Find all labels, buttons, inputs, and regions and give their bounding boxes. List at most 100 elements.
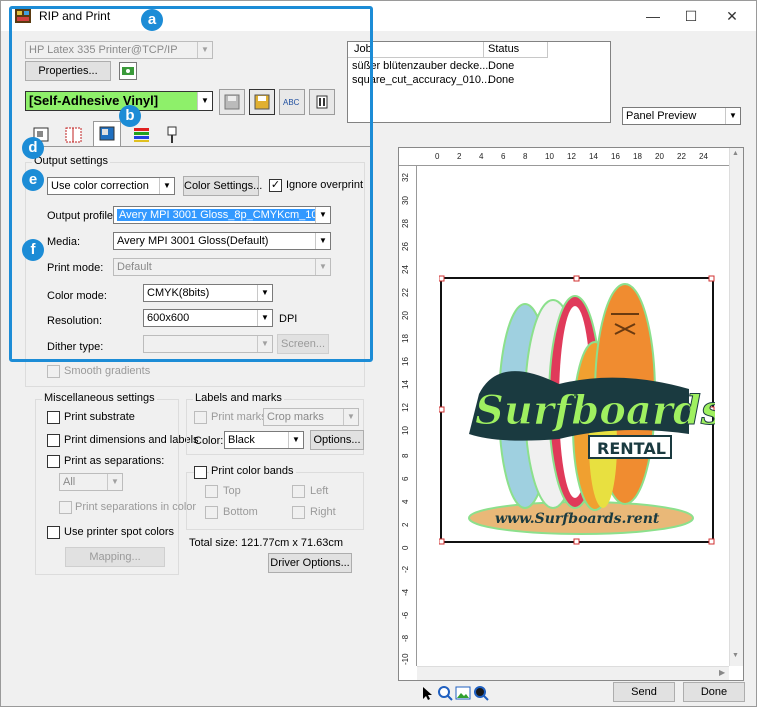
close-button[interactable]: ✕ (712, 5, 752, 27)
marks-color-value: Black (228, 434, 255, 446)
status-header[interactable]: Status (484, 42, 548, 58)
mapping-button[interactable]: Mapping... (65, 547, 165, 567)
maximize-button[interactable]: ☐ (671, 5, 711, 27)
smooth-gradients-checkbox[interactable] (47, 365, 60, 378)
preview-panel[interactable]: 0 2 4 6 8 10 12 14 16 18 20 22 24 32 30 28 26 24 22 20 18 16… (398, 147, 744, 681)
table-row[interactable]: süßer blütenzauber decke... Done (348, 59, 610, 73)
ruler-v-tick: 14 (401, 380, 410, 389)
separations-select[interactable]: All ▼ (59, 473, 123, 491)
ruler-v-tick: 22 (401, 288, 410, 297)
ruler-h-tick: 22 (677, 152, 686, 161)
logo-main-text: Surfboards (475, 387, 715, 434)
print-marks-label: Print marks: (211, 411, 270, 423)
ruler-v-tick: 26 (401, 242, 410, 251)
marks-options-button[interactable]: Options... (310, 430, 364, 450)
band-left-checkbox[interactable] (292, 485, 305, 498)
zoom-tool-icon[interactable] (437, 685, 453, 701)
print-dimensions-label: Print dimensions and labels (64, 434, 199, 446)
ruler-v-tick: 30 (401, 196, 410, 205)
print-marks-checkbox[interactable] (194, 411, 207, 424)
ruler-h-tick: 2 (457, 152, 462, 161)
print-substrate-checkbox[interactable] (47, 411, 60, 424)
ruler-h-tick: 8 (523, 152, 528, 161)
logo-url-text: www.Surfboards.rent (495, 511, 660, 527)
chevron-down-icon: ▼ (288, 432, 303, 448)
send-button[interactable]: Send (613, 682, 675, 702)
spot-colors-checkbox[interactable] (47, 526, 60, 539)
ruler-v-tick: 20 (401, 311, 410, 320)
ruler-h-tick: 24 (699, 152, 708, 161)
ruler-v-tick: -4 (401, 588, 410, 596)
print-separations-label: Print as separations: (64, 455, 165, 467)
ruler-v-tick: 16 (401, 357, 410, 366)
separations-value: All (63, 476, 76, 488)
ruler-v-tick: 12 (401, 403, 410, 412)
band-top-label: Top (223, 485, 241, 497)
rip-and-print-window: RIP and Print — ☐ ✕ HP Latex 335 Printer… (0, 0, 757, 707)
callout-badge-d: d (22, 137, 44, 159)
color-bands-group (186, 472, 364, 530)
band-top-checkbox[interactable] (205, 485, 218, 498)
ruler-h-tick: 10 (545, 152, 554, 161)
band-right-checkbox[interactable] (292, 506, 305, 519)
horizontal-ruler: 0 2 4 6 8 10 12 14 16 18 20 22 24 (399, 148, 743, 166)
callout-badge-a: a (141, 9, 163, 31)
ruler-v-tick: 10 (401, 426, 410, 435)
total-size-label: Total size: 121.77cm x 71.63cm (189, 537, 344, 549)
job-table: Job Status süßer blütenzauber decke... D… (347, 41, 611, 123)
highlight-frame (9, 6, 373, 362)
spot-colors-label: Use printer spot colors (64, 526, 175, 538)
artwork-preview[interactable]: Surfboards RENTAL www.Surfboards.rent (439, 274, 715, 546)
print-dimensions-checkbox[interactable] (47, 434, 60, 447)
ruler-v-tick: -6 (401, 611, 410, 619)
print-color-bands-label: Print color bands (209, 465, 296, 477)
band-left-label: Left (310, 485, 329, 497)
pointer-tool-icon[interactable] (419, 685, 435, 701)
callout-badge-e: e (22, 169, 44, 191)
misc-settings-label: Miscellaneous settings (42, 392, 157, 404)
band-bottom-label: Bottom (223, 506, 258, 518)
driver-options-button[interactable]: Driver Options... (268, 553, 352, 573)
image-tool-icon[interactable] (455, 685, 471, 701)
marks-value: Crop marks (267, 411, 324, 423)
table-row[interactable]: square_cut_accuracy_010... Done (348, 73, 610, 87)
ruler-v-tick: 8 (401, 453, 410, 458)
job-status: Done (488, 60, 515, 72)
vertical-ruler: 32 30 28 26 24 22 20 18 16 14 12 10 8 6 4 2 0 -2 -4 -6 -8 -10 (399, 166, 417, 666)
ruler-h-tick: 12 (567, 152, 576, 161)
scroll-down-icon[interactable]: ▼ (732, 652, 739, 659)
horizontal-scrollbar[interactable]: ▶ (417, 666, 729, 680)
ruler-v-tick: 32 (401, 173, 410, 182)
scroll-up-icon[interactable]: ▲ (732, 150, 739, 157)
zoom-fit-icon[interactable] (473, 685, 489, 701)
ruler-v-tick: 4 (401, 499, 410, 504)
separations-in-color-label: Print separations in color (75, 501, 197, 513)
band-bottom-checkbox[interactable] (205, 506, 218, 519)
scroll-right-icon[interactable]: ▶ (719, 668, 725, 677)
vertical-scrollbar[interactable]: ▲ ▼ (729, 148, 743, 666)
print-color-bands-checkbox[interactable] (194, 466, 207, 479)
preview-mode-value: Panel Preview (626, 110, 697, 122)
separations-in-color-checkbox[interactable] (59, 501, 72, 514)
preview-mode-select[interactable]: Panel Preview ▼ (622, 107, 741, 125)
ruler-v-tick: 28 (401, 219, 410, 228)
ruler-h-tick: 16 (611, 152, 620, 161)
band-right-label: Right (310, 506, 336, 518)
ruler-v-tick: -10 (401, 653, 410, 665)
marks-color-select[interactable]: Black ▼ (224, 431, 304, 449)
ruler-h-tick: 0 (435, 152, 440, 161)
ruler-v-tick: 24 (401, 265, 410, 274)
chevron-down-icon: ▼ (343, 409, 358, 425)
job-status: Done (488, 74, 515, 86)
done-button[interactable]: Done (683, 682, 745, 702)
marks-select[interactable]: Crop marks ▼ (263, 408, 359, 426)
chevron-down-icon: ▼ (107, 474, 122, 490)
ruler-h-tick: 6 (501, 152, 506, 161)
labels-marks-label: Labels and marks (193, 392, 284, 404)
color-label: Color: (194, 435, 224, 447)
ruler-v-tick: -8 (401, 634, 410, 642)
print-separations-checkbox[interactable] (47, 455, 60, 468)
logo-sub-text: RENTAL (597, 439, 666, 458)
minimize-button[interactable]: — (633, 5, 673, 27)
ruler-h-tick: 4 (479, 152, 484, 161)
